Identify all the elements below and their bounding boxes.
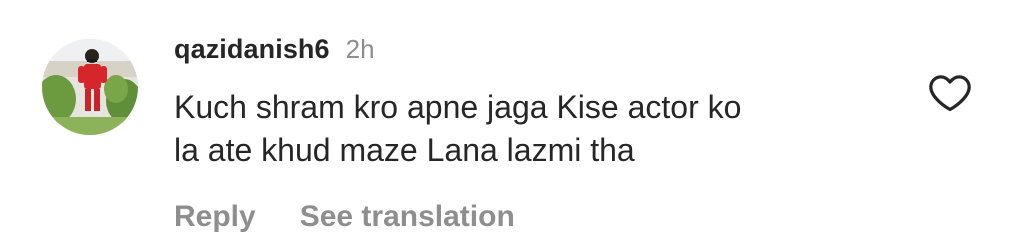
see-translation-button[interactable]: See translation	[300, 200, 515, 234]
comment-body: qazidanish6 2h Kuch shram kro apne jaga …	[174, 34, 894, 234]
avatar-photo-icon	[42, 39, 138, 135]
reply-button[interactable]: Reply	[174, 200, 256, 234]
avatar[interactable]	[42, 39, 138, 135]
comment-meta: qazidanish6 2h	[174, 34, 894, 74]
comment-timestamp: 2h	[345, 34, 375, 64]
username-link[interactable]: qazidanish6	[174, 34, 330, 65]
heart-outline-icon	[929, 75, 971, 112]
like-button[interactable]	[927, 70, 973, 116]
comment-text-line: la ate khud maze Lana lazmi tha	[174, 132, 635, 168]
comment-text-line: Kuch shram kro apne jaga Kise actor ko	[174, 89, 742, 125]
comment-item: qazidanish6 2h Kuch shram kro apne jaga …	[0, 0, 1024, 249]
comment-actions: Reply See translation	[174, 200, 894, 234]
comment-text: Kuch shram kro apne jaga Kise actor ko l…	[174, 86, 874, 172]
